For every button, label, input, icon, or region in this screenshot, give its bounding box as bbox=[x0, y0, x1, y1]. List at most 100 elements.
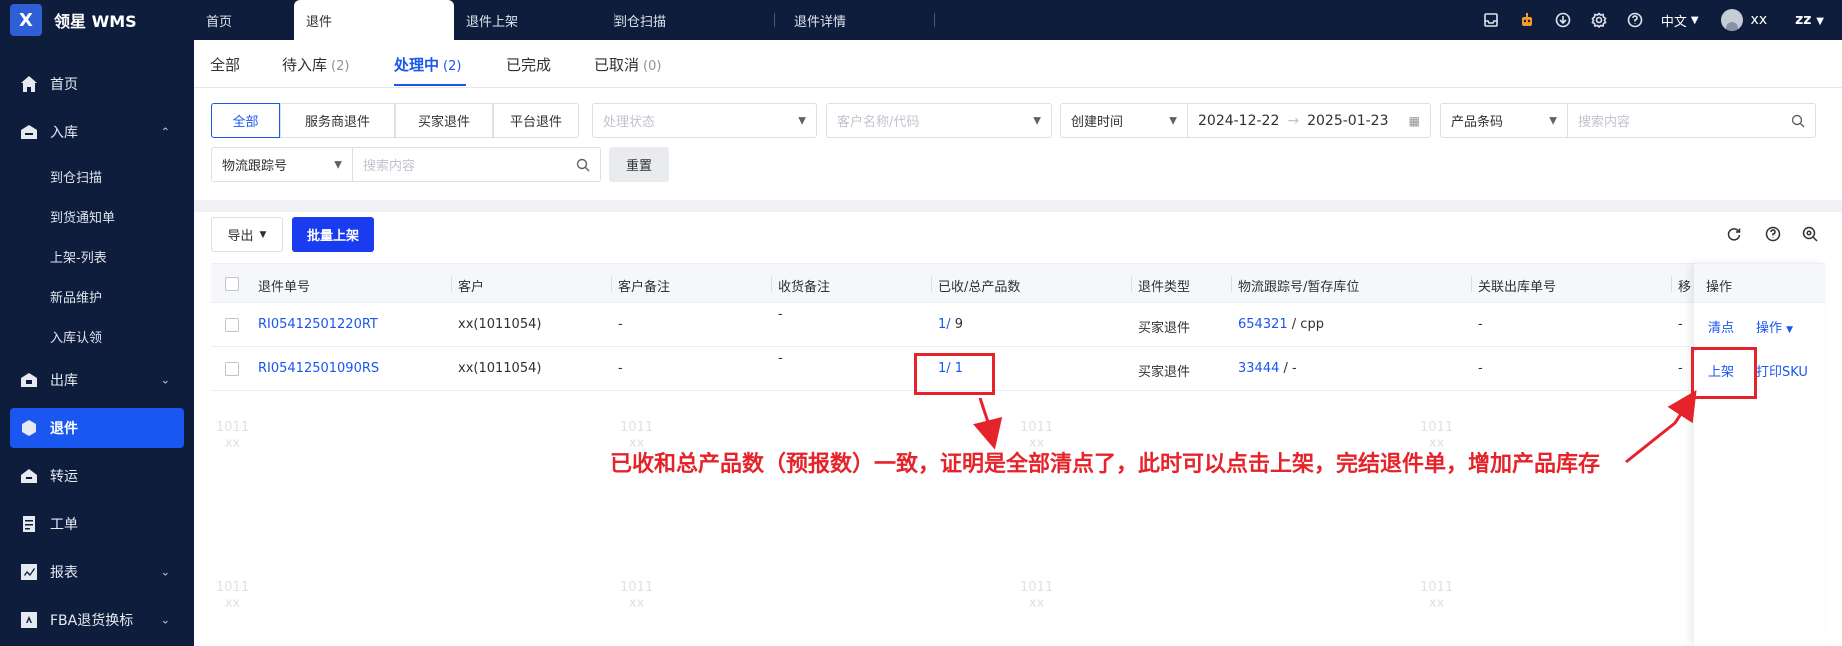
tracking-field-select[interactable]: 物流跟踪号 ▼ bbox=[211, 147, 353, 182]
search-icon[interactable] bbox=[576, 158, 590, 172]
sidebar-subitem-putaway-list[interactable]: 上架-列表 bbox=[0, 236, 194, 276]
tab-home[interactable]: 首页 bbox=[194, 0, 294, 40]
sidebar-subitem-arrival-notice[interactable]: 到货通知单 bbox=[0, 196, 194, 236]
segment-platform-return[interactable]: 平台退件 bbox=[493, 103, 579, 138]
print-sku-button[interactable]: 打印SKU bbox=[1756, 361, 1808, 380]
date-type-select[interactable]: 创建时间 ▼ bbox=[1060, 103, 1188, 138]
customer-select[interactable]: 客户名称/代码 ▼ bbox=[826, 103, 1052, 138]
table-row: RI05412501220RT xx(1011054) - - 1/ 9 买家退… bbox=[211, 303, 1825, 347]
column-header-customer[interactable]: 客户 bbox=[458, 276, 484, 295]
robot-icon[interactable] bbox=[1518, 11, 1536, 29]
status-select[interactable]: 处理状态 ▼ bbox=[592, 103, 817, 138]
move-cell: - bbox=[1678, 361, 1683, 376]
tab-arrival-scan[interactable]: 到仓扫描 bbox=[594, 0, 774, 40]
sidebar-item-outbound[interactable]: 出库 ⌄ bbox=[0, 356, 194, 404]
sidebar-item-inbound[interactable]: 入库 ⌃ bbox=[0, 108, 194, 156]
watermark: 1011 xx bbox=[620, 580, 654, 611]
column-header-outbound[interactable]: 关联出库单号 bbox=[1478, 276, 1556, 295]
tab-return-putaway[interactable]: 退件上架 bbox=[454, 0, 604, 40]
sidebar-item-returns[interactable]: 退件 bbox=[10, 408, 184, 448]
sidebar-item-report[interactable]: 报表 ⌄ bbox=[0, 548, 194, 596]
watermark: 1011 xx bbox=[216, 420, 250, 451]
tab-return-detail[interactable]: 退件详情 bbox=[774, 0, 954, 40]
download-icon[interactable] bbox=[1554, 11, 1572, 29]
order-number-link[interactable]: RI05412501220RT bbox=[258, 317, 378, 332]
inbound-icon bbox=[20, 123, 38, 141]
sidebar-item-label: 入库 bbox=[50, 125, 78, 141]
column-header-receive-note[interactable]: 收货备注 bbox=[778, 276, 830, 295]
avatar[interactable] bbox=[1720, 9, 1743, 31]
tab-separator bbox=[934, 13, 935, 27]
column-divider bbox=[1231, 276, 1232, 292]
tenant-selector[interactable]: zz ▼ bbox=[1795, 12, 1824, 28]
sidebar-subitem-inbound-claim[interactable]: 入库认领 bbox=[0, 316, 194, 356]
status-tabs: 全部 待入库 (2) 处理中 (2) 已完成 已取消 (0) bbox=[194, 40, 1842, 88]
search-icon[interactable] bbox=[1791, 114, 1805, 128]
sidebar-item-fba[interactable]: FBA退货换标 ⌄ bbox=[0, 596, 194, 644]
row-checkbox[interactable] bbox=[225, 318, 239, 332]
chevron-down-icon: ⌄ bbox=[160, 373, 170, 387]
help-icon[interactable] bbox=[1765, 226, 1781, 246]
column-header-tracking[interactable]: 物流跟踪号/暂存库位 bbox=[1238, 276, 1359, 295]
status-tab-processing[interactable]: 处理中 (2) bbox=[394, 54, 461, 75]
count-button[interactable]: 清点 bbox=[1708, 317, 1734, 336]
tracking-link[interactable]: 654321 bbox=[1238, 317, 1288, 332]
logo[interactable]: X 领星 WMS bbox=[0, 0, 194, 40]
product-field-select[interactable]: 产品条码 ▼ bbox=[1440, 103, 1568, 138]
segment-provider-return[interactable]: 服务商退件 bbox=[280, 103, 395, 138]
column-header-received-total[interactable]: 已收/总产品数 bbox=[938, 276, 1020, 295]
status-tab-pending[interactable]: 待入库 (2) bbox=[282, 54, 349, 75]
sidebar-item-label: 工单 bbox=[50, 517, 78, 533]
segment-buyer-return[interactable]: 买家退件 bbox=[395, 103, 493, 138]
segment-all[interactable]: 全部 bbox=[211, 103, 280, 138]
column-header-order[interactable]: 退件单号 bbox=[258, 276, 310, 295]
sidebar-subitem-scan[interactable]: 到仓扫描 bbox=[0, 156, 194, 196]
tracking-search-input[interactable]: 搜索内容 bbox=[352, 147, 601, 182]
export-button[interactable]: 导出 ▼ bbox=[211, 217, 283, 252]
reset-button[interactable]: 重置 bbox=[609, 147, 669, 182]
chevron-down-icon: ▼ bbox=[1033, 115, 1041, 126]
status-tab-completed[interactable]: 已完成 bbox=[506, 54, 551, 75]
calendar-icon: ▦ bbox=[1408, 113, 1420, 128]
sidebar-item-transfer[interactable]: 转运 bbox=[0, 452, 194, 500]
sidebar-item-label: 退件 bbox=[50, 421, 78, 437]
column-header-return-type[interactable]: 退件类型 bbox=[1138, 276, 1190, 295]
chevron-down-icon: ▼ bbox=[259, 229, 267, 240]
order-number-link[interactable]: RI05412501090RS bbox=[258, 361, 379, 376]
help-icon[interactable] bbox=[1626, 11, 1644, 29]
status-tab-all[interactable]: 全部 bbox=[210, 54, 240, 75]
settings-icon[interactable] bbox=[1590, 11, 1608, 29]
batch-putaway-button[interactable]: 批量上架 bbox=[292, 217, 374, 252]
return-icon bbox=[20, 419, 38, 437]
sidebar-item-workorder[interactable]: 工单 bbox=[0, 500, 194, 548]
refresh-icon[interactable] bbox=[1726, 226, 1742, 246]
status-tab-cancelled[interactable]: 已取消 (0) bbox=[594, 54, 661, 75]
column-header-move[interactable]: 移 bbox=[1678, 276, 1691, 295]
user-name[interactable]: xx bbox=[1751, 12, 1768, 28]
sidebar-item-home[interactable]: 首页 bbox=[0, 60, 194, 108]
more-operations-dropdown[interactable]: 操作 ▼ bbox=[1756, 317, 1793, 336]
customer-note-cell: - bbox=[618, 317, 623, 332]
tab-returns[interactable]: 退件 bbox=[294, 0, 454, 40]
tracking-link[interactable]: 33444 bbox=[1238, 361, 1279, 376]
language-selector[interactable]: 中文 bbox=[1661, 11, 1687, 30]
sidebar-subitem-new-product[interactable]: 新品维护 bbox=[0, 276, 194, 316]
column-divider bbox=[1471, 276, 1472, 292]
row-checkbox[interactable] bbox=[225, 362, 239, 376]
column-header-customer-note[interactable]: 客户备注 bbox=[618, 276, 670, 295]
received-count-link[interactable]: 1/ bbox=[938, 317, 951, 332]
column-header-operation: 操作 bbox=[1706, 280, 1733, 295]
select-all-checkbox[interactable] bbox=[225, 277, 239, 291]
export-label: 导出 bbox=[227, 229, 254, 244]
inbox-icon[interactable] bbox=[1482, 11, 1500, 29]
receive-note-cell: - bbox=[778, 307, 783, 322]
column-settings-icon[interactable] bbox=[1802, 226, 1818, 246]
arrow-to-putaway bbox=[1625, 389, 1697, 464]
location-value: / - bbox=[1283, 361, 1297, 376]
product-search-input[interactable]: 搜索内容 bbox=[1567, 103, 1816, 138]
column-divider bbox=[1131, 276, 1132, 292]
arrow-to-received bbox=[973, 397, 1003, 450]
column-divider bbox=[771, 276, 772, 292]
date-range-picker[interactable]: 2024-12-22 → 2025-01-23 ▦ bbox=[1187, 103, 1431, 138]
chevron-down-icon: ⌄ bbox=[160, 613, 170, 627]
